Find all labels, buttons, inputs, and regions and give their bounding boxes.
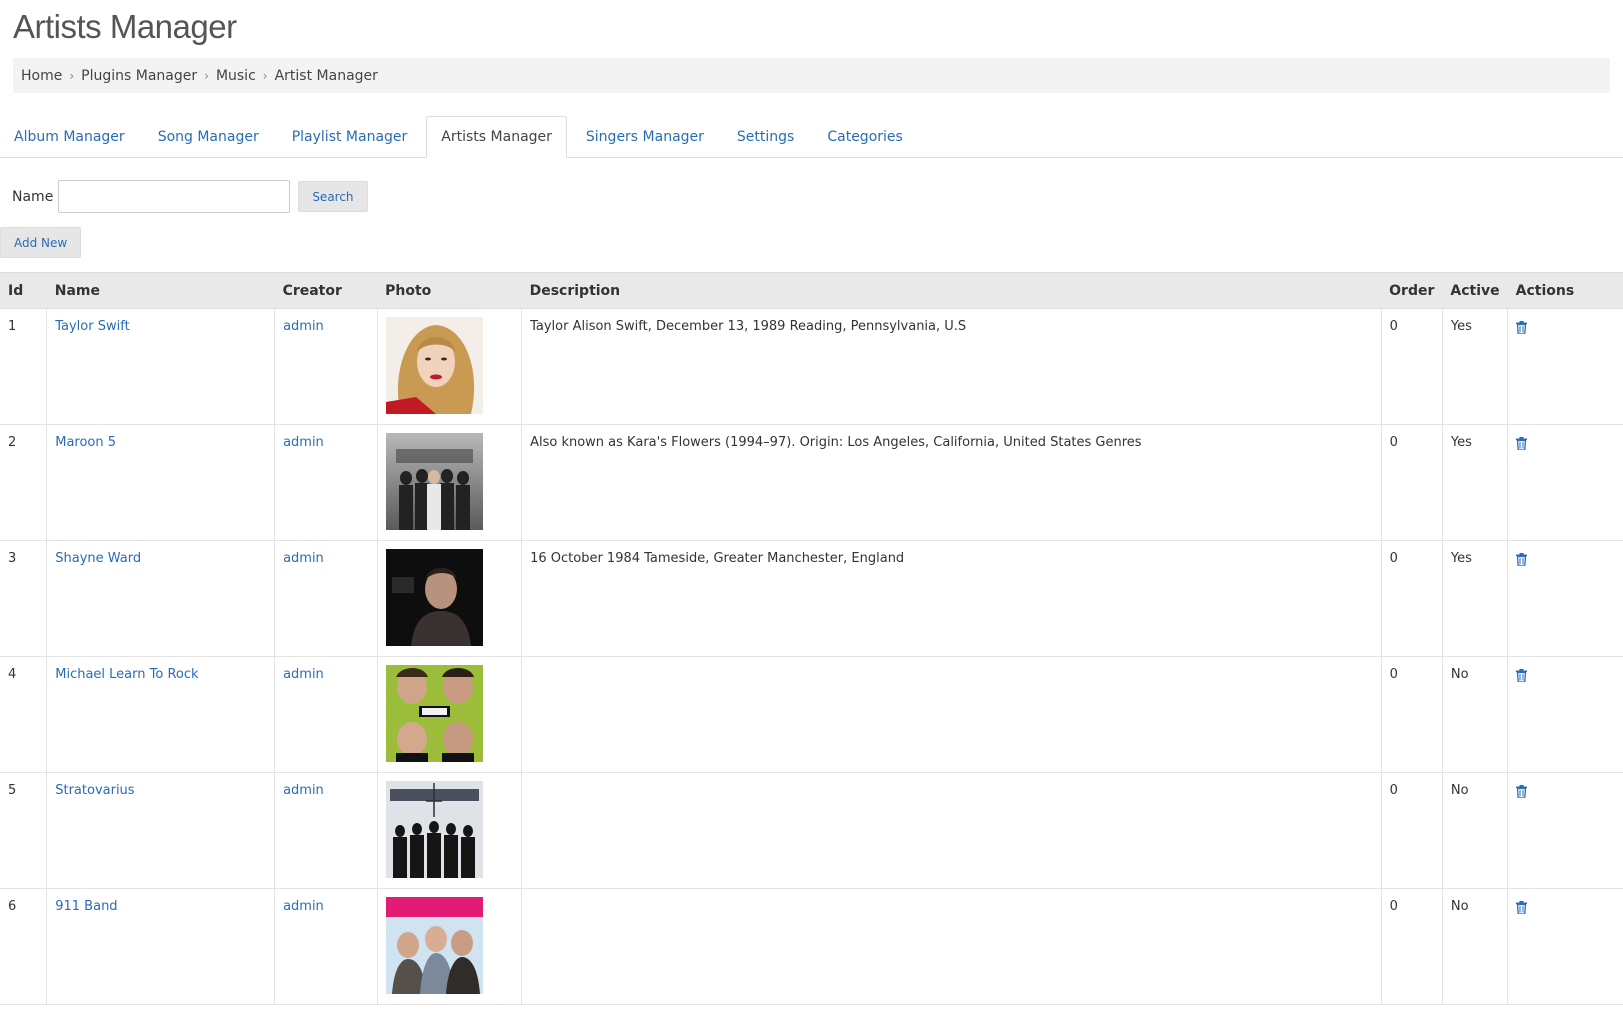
tab-bar: Album Manager Song Manager Playlist Mana… [0,116,1623,158]
chevron-right-icon: › [204,68,209,83]
cell-active: No [1441,772,1508,889]
cell-active: No [1441,656,1508,773]
cell-description [521,888,1382,1005]
tab-singers-manager[interactable]: Singers Manager [572,116,718,157]
creator-link[interactable]: admin [283,551,324,566]
cell-id: 5 [0,772,47,889]
search-label: Name [12,188,54,205]
artist-name-link[interactable]: Maroon 5 [55,435,116,450]
cell-order: 0 [1380,656,1443,773]
header-actions: Actions [1507,272,1623,309]
name-search-input[interactable] [58,180,291,213]
trash-icon[interactable] [1516,553,1528,566]
trash-icon[interactable] [1516,669,1528,682]
trash-icon[interactable] [1516,321,1528,334]
creator-link[interactable]: admin [283,435,324,450]
cell-active: Yes [1441,424,1508,541]
cell-description: Also known as Kara's Flowers (1994–97). … [521,424,1382,541]
stratovarius-photo[interactable] [385,781,483,878]
artist-name-link[interactable]: Shayne Ward [55,551,141,566]
header-id[interactable]: Id [0,272,47,309]
cell-order: 0 [1380,888,1443,1005]
tab-categories[interactable]: Categories [813,116,916,157]
header-creator[interactable]: Creator [274,272,378,309]
trash-icon[interactable] [1516,437,1528,450]
search-button[interactable]: Search [298,181,368,212]
cell-description [521,772,1382,889]
mltr-photo[interactable] [385,665,483,762]
cell-active: Yes [1441,308,1508,425]
table-row: 1 Taylor Swift admin Taylor Alison Swift… [0,308,1623,425]
creator-link[interactable]: admin [283,783,324,798]
breadcrumb: Home › Plugins Manager › Music › Artist … [13,58,1610,93]
table-row: 2 Maroon 5 admin Also known as Kara's Fl… [0,424,1623,541]
trash-icon[interactable] [1516,785,1528,798]
breadcrumb-plugins-manager[interactable]: Plugins Manager [81,68,197,84]
chevron-right-icon: › [262,68,268,83]
cell-active: No [1441,888,1508,1005]
chevron-right-icon: › [69,68,75,83]
cell-id: 4 [0,656,47,773]
cell-description: Taylor Alison Swift, December 13, 1989 R… [521,308,1382,425]
tab-artists-manager[interactable]: Artists Manager [426,116,567,158]
page-title: Artists Manager [13,8,237,45]
header-name[interactable]: Name [46,272,275,309]
breadcrumb-music[interactable]: Music [216,68,256,84]
header-order[interactable]: Order [1381,272,1443,309]
cell-active: Yes [1441,540,1508,657]
add-new-button[interactable]: Add New [0,227,82,258]
tab-playlist-manager[interactable]: Playlist Manager [278,116,422,157]
artists-table: Id Name Creator Photo Description Order … [0,272,1623,1005]
cell-order: 0 [1380,540,1443,657]
cell-description: 16 October 1984 Tameside, Greater Manche… [521,540,1382,657]
tab-song-manager[interactable]: Song Manager [144,116,273,157]
search-form: Name Search [12,180,368,213]
creator-link[interactable]: admin [283,667,324,682]
tab-album-manager[interactable]: Album Manager [0,116,139,157]
cell-id: 1 [0,308,47,425]
table-header-row: Id Name Creator Photo Description Order … [0,272,1623,309]
911-band-photo[interactable] [385,897,483,994]
table-row: 6 911 Band admin 0 No [0,888,1623,1005]
table-row: 3 Shayne Ward admin 16 October 1984 Tame… [0,540,1623,657]
header-active[interactable]: Active [1442,272,1508,309]
shayne-ward-photo[interactable] [385,549,483,646]
creator-link[interactable]: admin [283,899,324,914]
tab-settings[interactable]: Settings [723,116,808,157]
artist-name-link[interactable]: 911 Band [55,899,117,914]
header-description: Description [521,272,1382,309]
creator-link[interactable]: admin [283,319,324,334]
artist-name-link[interactable]: Michael Learn To Rock [55,667,198,682]
cell-id: 2 [0,424,47,541]
cell-order: 0 [1380,772,1443,889]
trash-icon[interactable] [1516,901,1528,914]
cell-order: 0 [1380,424,1443,541]
cell-id: 6 [0,888,47,1005]
header-photo: Photo [377,272,522,309]
cell-id: 3 [0,540,47,657]
cell-description [521,656,1382,773]
cell-order: 0 [1380,308,1443,425]
breadcrumb-home[interactable]: Home [21,68,62,84]
breadcrumb-current: Artist Manager [274,67,378,84]
taylor-swift-photo[interactable] [385,317,483,414]
artist-name-link[interactable]: Taylor Swift [55,319,129,334]
table-row: 4 Michael Learn To Rock admin 0 No [0,656,1623,773]
artist-name-link[interactable]: Stratovarius [55,783,134,798]
maroon-5-photo[interactable] [385,433,483,530]
table-row: 5 Stratovarius admin 0 No [0,772,1623,889]
